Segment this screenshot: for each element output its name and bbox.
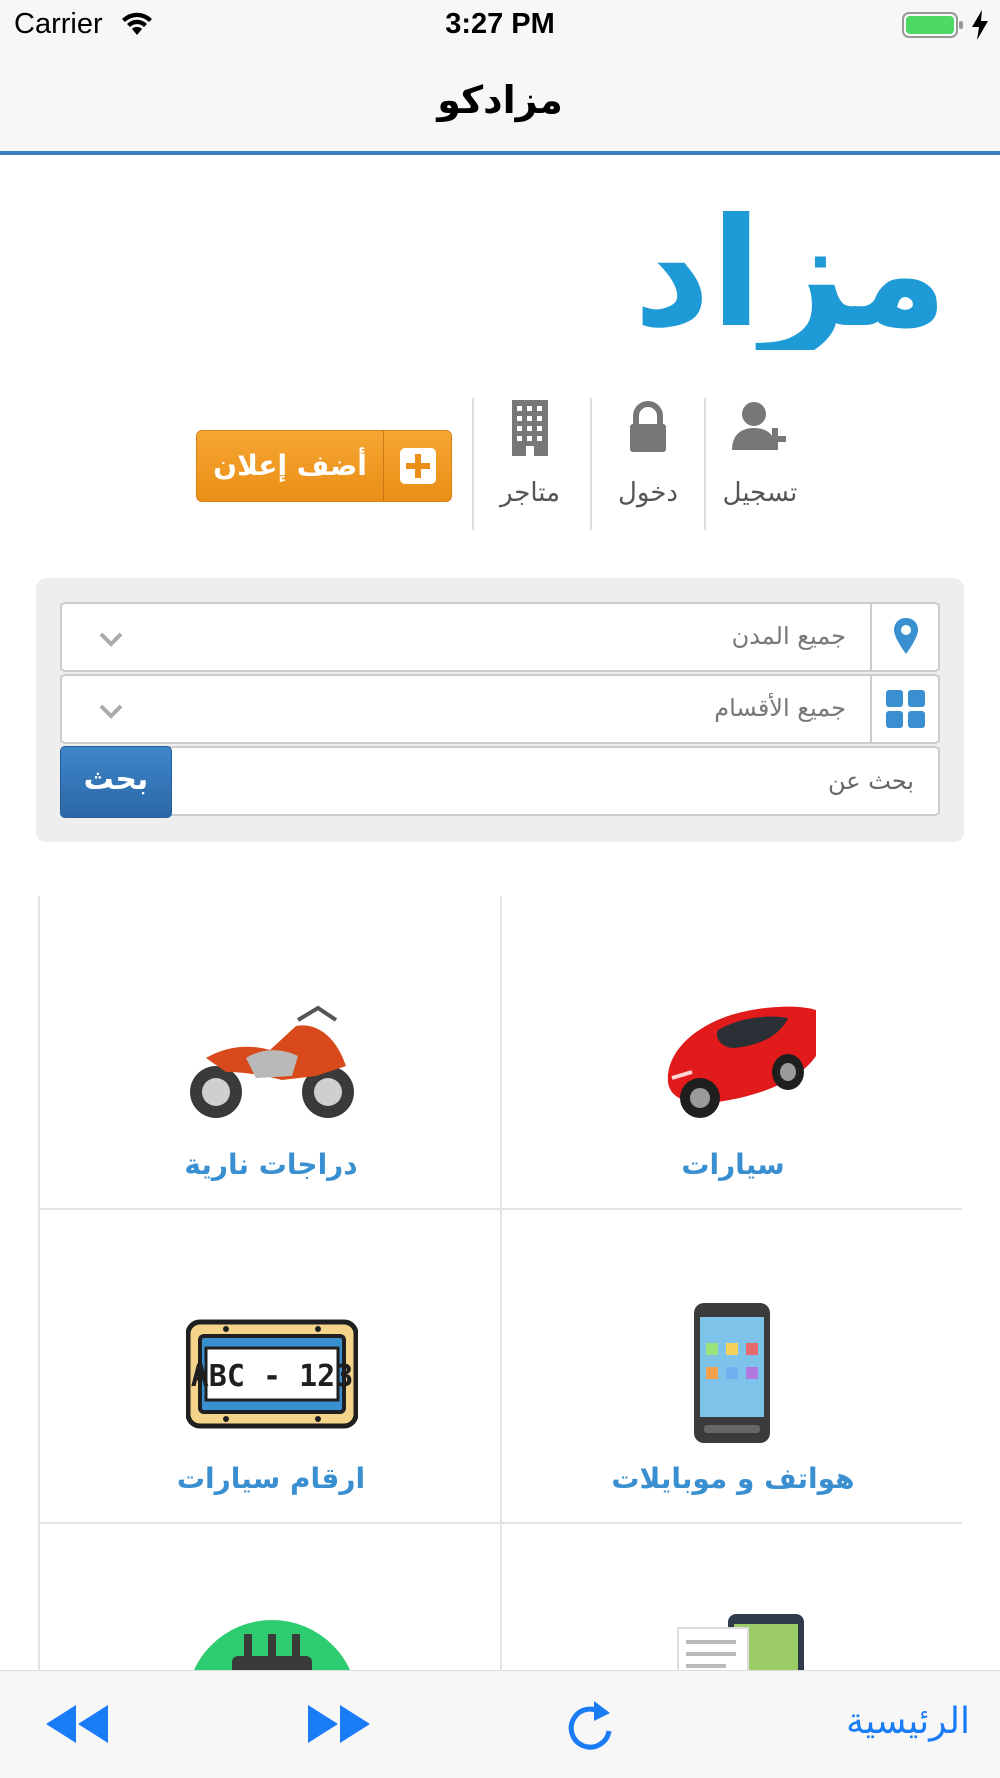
- grid-icon: [870, 676, 938, 742]
- chevron-down-icon: [99, 704, 123, 719]
- fast-forward-icon[interactable]: [306, 1699, 372, 1749]
- page-title: مزادكو: [437, 78, 563, 122]
- category-select[interactable]: جميع الأقسام: [60, 674, 940, 744]
- refresh-icon[interactable]: [564, 1697, 616, 1753]
- category-motorcycles[interactable]: دراجات نارية: [38, 896, 500, 1210]
- add-ad-label: أضف إعلان: [213, 449, 367, 482]
- plus-box: [383, 431, 451, 501]
- clock: 3:27 PM: [445, 8, 555, 40]
- svg-text:كو: كو: [498, 190, 499, 350]
- login-button[interactable]: دخول: [592, 398, 704, 530]
- car-icon: [667, 1006, 816, 1118]
- battery-icon: [902, 12, 963, 38]
- city-select-value: جميع المدن: [731, 622, 846, 650]
- category-name: هواتف و موبايلات: [611, 1462, 855, 1495]
- search-panel: جميع المدن جميع الأقسام بحث: [36, 578, 964, 842]
- building-icon: [512, 400, 548, 456]
- home-link[interactable]: الرئيسية: [800, 1701, 970, 1742]
- lock-icon: [630, 401, 666, 452]
- category-name: ارقام سيارات: [176, 1462, 366, 1495]
- plus-icon: [400, 448, 436, 484]
- category-name: دراجات نارية: [184, 1148, 358, 1181]
- stores-label: متاجر: [499, 478, 561, 508]
- category-name: سيارات: [681, 1148, 785, 1181]
- svg-text:ABC - 123: ABC - 123: [191, 1359, 354, 1394]
- site-logo: كو مزاد: [498, 190, 948, 350]
- motorcycle-icon: [190, 1005, 354, 1118]
- status-bar: Carrier 3:27 PM: [0, 0, 1000, 52]
- search-input[interactable]: [168, 746, 940, 816]
- category-plates[interactable]: ABC - 123 ارقام سيارات: [38, 1210, 500, 1524]
- add-user-icon: [732, 402, 786, 450]
- register-label: تسجيل: [722, 478, 798, 508]
- bottom-toolbar: الرئيسية: [0, 1670, 1000, 1778]
- top-actions: أضف إعلان متاجر دخول تسجيل: [196, 398, 816, 530]
- city-select[interactable]: جميع المدن: [60, 602, 940, 672]
- stores-button[interactable]: متاجر: [474, 398, 586, 530]
- chevron-down-icon: [99, 632, 123, 647]
- location-pin-icon: [870, 604, 938, 670]
- category-cars[interactable]: سيارات: [500, 896, 962, 1210]
- search-row: بحث: [60, 746, 940, 818]
- svg-text:مزاد: مزاد: [633, 190, 948, 350]
- category-phones[interactable]: هواتف و موبايلات: [500, 1210, 962, 1524]
- navigation-bar: مزادكو: [0, 52, 1000, 155]
- phone-icon: [694, 1303, 770, 1443]
- rewind-icon[interactable]: [44, 1699, 110, 1749]
- charging-bolt-icon: [972, 10, 988, 40]
- search-button[interactable]: بحث: [60, 746, 172, 818]
- category-select-value: جميع الأقسام: [714, 694, 846, 722]
- add-ad-button[interactable]: أضف إعلان: [196, 430, 452, 502]
- register-button[interactable]: تسجيل: [704, 398, 816, 530]
- license-plate-icon: ABC - 123: [186, 1319, 358, 1429]
- login-label: دخول: [618, 478, 678, 508]
